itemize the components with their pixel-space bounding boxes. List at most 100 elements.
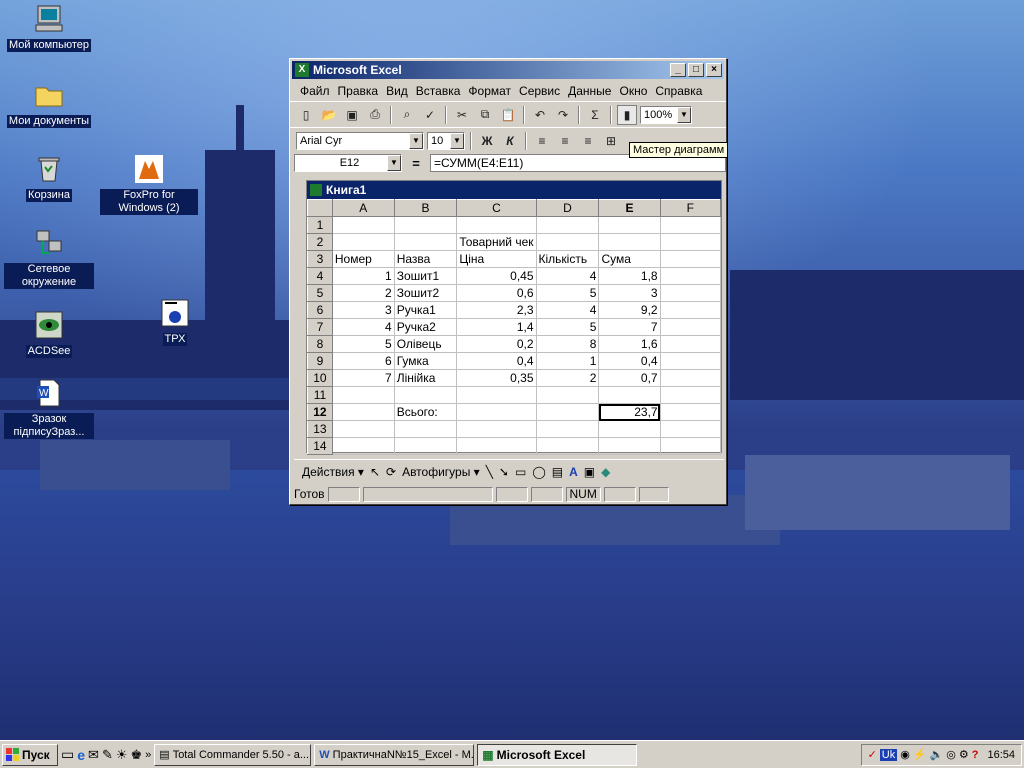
cell[interactable]: 2,3 [456,301,537,319]
line-icon[interactable]: ╲ [486,465,493,479]
row-header[interactable]: 4 [307,267,333,285]
paste-icon[interactable]: 📋 [498,105,518,125]
cell[interactable]: Олівець [393,335,458,353]
chart-wizard-icon[interactable]: ▮ [617,104,637,125]
cell[interactable]: 3 [331,301,395,319]
cell[interactable] [535,420,600,438]
cell[interactable] [659,284,722,302]
name-box[interactable]: E12 ▼ [294,154,402,172]
equals-icon[interactable]: = [406,156,426,171]
menu-file[interactable]: Файл [296,84,334,98]
ie-icon[interactable]: e [77,747,85,763]
cell[interactable]: 1,8 [598,267,661,285]
desktop-icon-acdsee[interactable]: ACDSee [4,308,94,358]
print-icon[interactable]: ⎙ [365,105,385,125]
save-icon[interactable]: ▣ [342,105,362,125]
maximize-button[interactable]: □ [688,63,704,77]
cell[interactable] [659,301,722,319]
column-header[interactable]: A [331,199,395,217]
cell[interactable]: 5 [331,335,395,353]
tray-icon[interactable]: ◎ [946,748,956,761]
cell[interactable]: Гумка [393,352,458,370]
desktop-icon-word-doc[interactable]: W Зразок підписуЗраз... [4,376,94,439]
undo-icon[interactable]: ↶ [530,105,550,125]
cell[interactable]: 0,4 [456,352,537,370]
open-folder-icon[interactable]: 📂 [319,105,339,125]
row-header[interactable]: 3 [307,250,333,268]
cell[interactable] [331,403,395,421]
fill-color-icon[interactable]: ◆ [601,465,610,479]
cell[interactable] [393,233,458,251]
cell[interactable]: 0,6 [456,284,537,302]
tray-icon[interactable]: ◉ [900,748,910,761]
align-left-icon[interactable]: ≡ [532,131,552,151]
desktop-icon-recycle-bin[interactable]: Корзина [4,152,94,202]
cell[interactable] [535,403,600,421]
cell[interactable]: 7 [598,318,661,336]
cell[interactable] [393,420,458,438]
cell[interactable]: 1,4 [456,318,537,336]
select-objects-icon[interactable]: ↖ [370,465,380,479]
row-header[interactable]: 9 [307,352,333,370]
row-header[interactable]: 8 [307,335,333,353]
excel-titlebar[interactable]: X Microsoft Excel _ □ × [292,61,724,79]
arrow-icon[interactable]: ➘ [499,465,509,479]
font-size-select[interactable]: 10 ▼ [427,131,465,150]
cell[interactable]: 4 [331,318,395,336]
desktop-icon-my-documents[interactable]: Мои документы [4,78,94,128]
desktop-icon-my-computer[interactable]: Мой компьютер [4,2,94,52]
cell[interactable]: Кількість [535,250,600,268]
cell[interactable]: Ручка2 [393,318,458,336]
cell[interactable]: Лінійка [393,369,458,387]
cell[interactable] [659,352,722,370]
cut-icon[interactable]: ✂ [452,105,472,125]
cell[interactable]: 0,35 [456,369,537,387]
menu-tools[interactable]: Сервис [515,84,564,98]
cell[interactable] [393,386,458,404]
tray-icon[interactable]: ⚡ [913,748,927,761]
menu-view[interactable]: Вид [382,84,412,98]
column-header[interactable]: B [393,199,458,217]
cell[interactable] [331,386,395,404]
cell[interactable] [535,386,600,404]
cell[interactable] [659,369,722,387]
outlook-icon[interactable]: ✉ [88,747,99,763]
task-word-doc[interactable]: W ПрактичнаN№15_Excel - M... [314,743,475,766]
cell[interactable]: Зошит1 [393,267,458,285]
volume-icon[interactable]: 🔈 [930,748,944,761]
cell[interactable] [598,420,661,438]
actions-menu[interactable]: Действия ▾ [302,465,364,479]
cell[interactable] [456,386,537,404]
cell[interactable] [598,437,661,455]
italic-button[interactable]: К [500,131,520,151]
menu-format[interactable]: Формат [464,84,515,98]
cell[interactable] [331,437,395,455]
show-desktop-icon[interactable]: ▭ [61,746,74,763]
cell[interactable]: 5 [535,284,600,302]
menu-insert[interactable]: Вставка [412,84,465,98]
menu-edit[interactable]: Правка [334,84,383,98]
row-header[interactable]: 1 [307,216,333,234]
cell[interactable]: 0,7 [598,369,661,387]
new-document-icon[interactable]: ▯ [296,105,316,125]
cell[interactable]: Ціна [456,250,537,268]
cell[interactable]: Номер [331,250,395,268]
redo-icon[interactable]: ↷ [553,105,573,125]
cell[interactable] [598,233,661,251]
cell[interactable] [456,403,537,421]
cell[interactable]: 2 [331,284,395,302]
desktop-icon-network[interactable]: Сетевое окружение [4,226,94,289]
cell[interactable]: 5 [535,318,600,336]
cell[interactable] [393,216,458,234]
row-header[interactable]: 14 [307,437,333,455]
column-header[interactable]: D [535,199,600,217]
task-total-commander[interactable]: ▤ Total Commander 5.50 - а... [154,743,312,766]
row-header[interactable]: 6 [307,301,333,319]
cell[interactable]: 4 [535,267,600,285]
desktop-icon-foxpro[interactable]: FoxPro for Windows (2) [100,152,198,215]
cell[interactable]: 7 [331,369,395,387]
cell[interactable] [659,437,722,455]
cell[interactable]: Всього: [393,403,458,421]
rectangle-icon[interactable]: ▭ [515,465,526,479]
cell[interactable]: 4 [535,301,600,319]
